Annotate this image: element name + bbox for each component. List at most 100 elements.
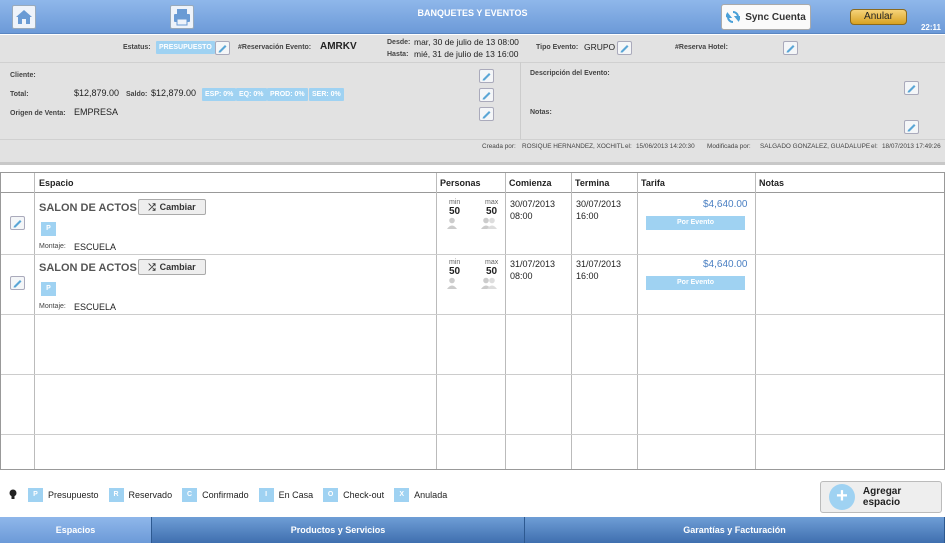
sync-icon (726, 11, 741, 23)
start-date: 31/07/2013 (510, 259, 556, 269)
max-value: 50 (486, 266, 498, 277)
cambiar-button[interactable]: ⤮ Cambiar (138, 259, 206, 275)
montaje-label: Montaje: (39, 303, 66, 310)
start-time: 08:00 (510, 271, 533, 281)
edit-hotel-button[interactable] (783, 41, 798, 55)
montaje-value: ESCUELA (74, 242, 117, 252)
printer-icon (174, 9, 190, 26)
tab-garantias[interactable]: Garantías y Facturación (525, 517, 945, 543)
cliente-label: Cliente: (10, 72, 36, 79)
print-button[interactable] (170, 5, 194, 29)
divider (0, 139, 945, 140)
people-icon (481, 217, 497, 229)
col-notas[interactable]: Notas (755, 173, 784, 193)
legend-tag: P (28, 488, 43, 502)
estatus-label: Estatus: (123, 44, 151, 51)
tipo-value: GRUPO (584, 42, 616, 52)
spaces-table: Espacio Personas Comienza Termina Tarifa… (0, 172, 945, 470)
edit-cliente-button[interactable] (479, 69, 494, 83)
row-line (1, 374, 944, 375)
min-label: min (449, 259, 461, 266)
app-title: BANQUETES Y EVENTOS (417, 8, 528, 18)
anular-button[interactable]: Anular (850, 9, 907, 25)
pill-esp: ESP: 0% (202, 88, 237, 101)
person-icon (447, 277, 457, 289)
tab-espacios[interactable]: Espacios (0, 517, 152, 543)
origen-value: EMPRESA (74, 107, 119, 117)
saldo-value: $12,879.00 (151, 88, 197, 98)
edit-estatus-button[interactable] (215, 41, 230, 55)
notas-label: Notas: (530, 109, 552, 116)
legend-tag: R (108, 488, 124, 502)
estatus-badge[interactable]: PRESUPUESTO (156, 41, 215, 54)
modificada-date: 18/07/2013 17:49:26 (882, 143, 941, 150)
person-icon (447, 217, 457, 229)
descripcion-label: Descripción del Evento: (530, 70, 610, 77)
edit-origen-button[interactable] (479, 107, 494, 121)
end-time: 16:00 (576, 211, 599, 221)
legend-tag: I (258, 488, 274, 502)
end-time: 16:00 (576, 271, 599, 281)
end-date: 30/07/2013 (576, 199, 622, 209)
edit-total-button[interactable] (479, 88, 494, 102)
desde-label: Desde: (387, 39, 411, 46)
col-comienza[interactable]: Comienza (505, 173, 552, 193)
bottom-tabs: Espacios Productos y Servicios Garantías… (0, 517, 945, 543)
row-line (1, 254, 944, 255)
col-termina[interactable]: Termina (571, 173, 609, 193)
col-tarifa[interactable]: Tarifa (637, 173, 665, 193)
creada-by: ROSIQUE HERNANDEZ, XOCHITL (522, 143, 625, 150)
edit-row-button[interactable] (10, 216, 25, 230)
reserva-label: #Reservación Evento: (238, 44, 312, 51)
column-line (34, 173, 35, 469)
legend-tag: C (182, 488, 198, 502)
total-value: $12,879.00 (74, 88, 120, 98)
status-tag: P (41, 222, 56, 236)
edit-descripcion-button[interactable] (904, 81, 919, 95)
pencil-icon (218, 45, 227, 53)
tab-productos[interactable]: Productos y Servicios (152, 517, 525, 543)
edit-row-button[interactable] (10, 276, 25, 290)
origen-label: Origen de Venta: (10, 110, 66, 117)
tarifa-type[interactable]: Por Evento (646, 276, 745, 290)
edit-notas-button[interactable] (904, 120, 919, 134)
sync-account-button[interactable]: Sync Cuenta (721, 4, 811, 30)
home-button[interactable] (12, 5, 36, 29)
max-label: max (485, 199, 499, 206)
min-value: 50 (449, 206, 461, 217)
clock: 22:11 (920, 23, 941, 32)
table-header: Espacio Personas Comienza Termina Tarifa… (1, 173, 944, 193)
tarifa-value: $4,640.00 (703, 259, 748, 270)
modificada-by: SALGADO GONZALEZ, GUADALUPE (760, 143, 871, 150)
event-header: Estatus: PRESUPUESTO #Reservación Evento… (0, 35, 945, 165)
pencil-icon (13, 220, 22, 228)
legend-label: En Casa (278, 490, 314, 500)
space-name: SALON DE ACTOS (39, 202, 137, 214)
creada-label: Creada por: (482, 143, 516, 150)
pill-ser: SER: 0% (309, 88, 344, 101)
cambiar-button[interactable]: ⤮ Cambiar (138, 199, 206, 215)
end-date: 31/07/2013 (576, 259, 622, 269)
legend-label: Confirmado (202, 490, 249, 500)
montaje-label: Montaje: (39, 243, 66, 250)
add-space-button[interactable]: + Agregar espacio (820, 481, 942, 513)
space-name: SALON DE ACTOS (39, 262, 137, 274)
people-icon (481, 277, 497, 289)
tarifa-type[interactable]: Por Evento (646, 216, 745, 230)
top-bar: BANQUETES Y EVENTOS Sync Cuenta Anular 2… (0, 0, 945, 34)
montaje-value: ESCUELA (74, 302, 117, 312)
saldo-label: Saldo: (126, 91, 148, 98)
col-espacio[interactable]: Espacio (35, 173, 74, 193)
pencil-icon (482, 92, 491, 100)
pencil-icon (786, 45, 795, 53)
status-legend: P Presupuesto R Reservado C Confirmado I… (8, 488, 457, 502)
pencil-icon (907, 85, 916, 93)
col-personas[interactable]: Personas (436, 173, 481, 193)
shuffle-icon: ⤮ (148, 261, 156, 272)
edit-tipo-button[interactable] (617, 41, 632, 55)
min-label: min (449, 199, 461, 206)
pencil-icon (620, 45, 629, 53)
hotel-label: #Reserva Hotel: (675, 44, 728, 51)
max-value: 50 (486, 206, 498, 217)
start-date: 30/07/2013 (510, 199, 556, 209)
